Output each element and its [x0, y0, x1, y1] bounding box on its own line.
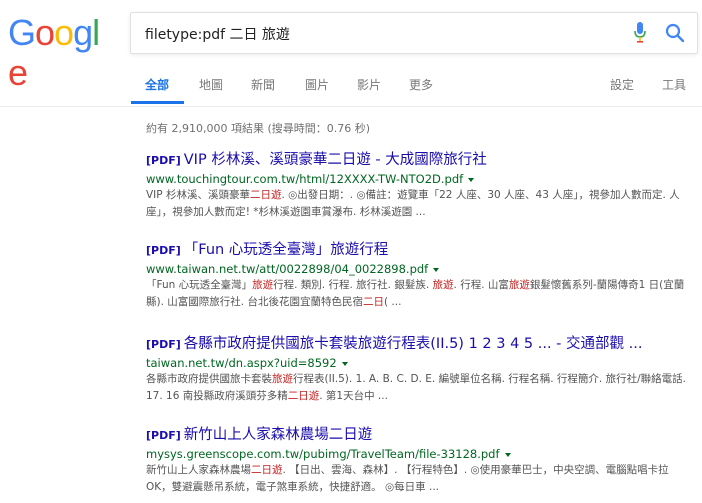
search-result: [PDF] 「Fun 心玩透全臺灣」旅遊行程 www.taiwan.net.tw/… [146, 240, 698, 311]
snippet-text: . 第1天台中 ... [319, 390, 388, 402]
snippet-text: 新竹山上人家森林農場 [146, 464, 251, 476]
logo-letter: o [35, 12, 55, 53]
result-url[interactable]: taiwan.net.tw/dn.aspx?uid=8592 [146, 355, 698, 371]
result-title: VIP 杉林溪、溪頭豪華二日遊 - 大成國際旅行社 [183, 152, 487, 168]
result-url[interactable]: www.touchingtour.com.tw/html/12XXXX-TW-N… [146, 171, 698, 187]
result-title: 「Fun 心玩透全臺灣」旅遊行程 [183, 242, 389, 258]
google-logo[interactable]: Google [8, 12, 116, 93]
result-title-link[interactable]: [PDF] 「Fun 心玩透全臺灣」旅遊行程 [146, 240, 698, 261]
snippet-highlight: 二日 [362, 296, 384, 308]
pdf-tag: [PDF] [146, 338, 181, 351]
snippet-highlight: 旅遊 [272, 373, 293, 385]
pdf-tag: [PDF] [146, 154, 181, 167]
search-result: [PDF] 各縣市政府提供國旅卡套裝旅遊行程表(II.5) 1 2 3 4 5 .… [146, 334, 698, 405]
snippet-highlight: 二日遊 [251, 464, 283, 476]
caret-down-icon[interactable] [468, 177, 475, 182]
result-snippet: 新竹山上人家森林農場二日遊. 【日出、雲海、森林】. 【行程特色】. ◎使用豪華… [146, 462, 691, 496]
logo-letter: g [73, 12, 93, 53]
result-url[interactable]: www.taiwan.net.tw/att/0022898/04_0022898… [146, 261, 698, 277]
search-result: [PDF] 新竹山上人家森林農場二日遊 mysys.greenscope.com.… [146, 425, 698, 496]
snippet-text: 各縣市政府提供國旅卡套裝 [146, 373, 272, 385]
result-url-text: www.taiwan.net.tw/att/0022898/04_0022898… [146, 262, 429, 276]
result-stats: 約有 2,910,000 項結果 (搜尋時間：0.76 秒) [146, 122, 371, 135]
tab-maps[interactable]: 地圖 [199, 76, 223, 104]
result-snippet: VIP 杉林溪、溪頭豪華二日遊. ◎出發日期：. ◎備註：遊覽車「22 人座、3… [146, 187, 691, 221]
search-result: [PDF] VIP 杉林溪、溪頭豪華二日遊 - 大成國際旅行社 www.touch… [146, 150, 698, 221]
result-title: 各縣市政府提供國旅卡套裝旅遊行程表(II.5) 1 2 3 4 5 ... - … [183, 336, 643, 352]
caret-down-icon[interactable] [504, 452, 511, 457]
tab-news[interactable]: 新聞 [251, 76, 275, 104]
header: Google 全部 地圖 新聞 圖片 影片 更多 設定 工具 [0, 0, 702, 107]
snippet-highlight: 旅遊 [432, 279, 454, 291]
logo-letter: l [92, 12, 100, 53]
snippet-highlight: 旅遊 [252, 279, 274, 291]
result-title: 新竹山上人家森林農場二日遊 [183, 427, 373, 443]
result-url-text: mysys.greenscope.com.tw/pubimg/TravelTea… [146, 447, 500, 461]
logo-letter: G [8, 12, 36, 53]
result-snippet: 「Fun 心玩透全臺灣」旅遊行程. 類別. 行程. 旅行社. 銀髮族. 旅遊. … [146, 277, 691, 311]
snippet-text: 「Fun 心玩透全臺灣」 [146, 279, 253, 291]
snippet-highlight: 二日遊 [249, 189, 282, 201]
caret-down-icon[interactable] [433, 267, 440, 272]
active-tab-indicator [131, 101, 184, 104]
snippet-text: 行程. 類別. 行程. 旅行社. 銀髮族. [273, 279, 433, 291]
tab-all[interactable]: 全部 [145, 76, 169, 104]
search-tabs: 全部 地圖 新聞 圖片 影片 更多 設定 工具 [0, 68, 702, 106]
magnifier-icon[interactable] [665, 23, 685, 43]
pdf-tag: [PDF] [146, 244, 181, 257]
tab-tools[interactable]: 工具 [662, 76, 686, 104]
search-input[interactable] [143, 23, 607, 45]
snippet-text: VIP 杉林溪、溪頭豪華 [146, 189, 250, 201]
search-box [130, 12, 698, 54]
snippet-text: . 行程. 山富 [453, 279, 509, 291]
microphone-icon[interactable] [633, 22, 647, 44]
tab-images[interactable]: 圖片 [305, 76, 329, 104]
caret-down-icon[interactable] [341, 361, 348, 366]
result-url-text: www.touchingtour.com.tw/html/12XXXX-TW-N… [146, 172, 464, 186]
result-title-link[interactable]: [PDF] 各縣市政府提供國旅卡套裝旅遊行程表(II.5) 1 2 3 4 5 .… [146, 334, 698, 355]
logo-letter: o [54, 12, 74, 53]
result-title-link[interactable]: [PDF] VIP 杉林溪、溪頭豪華二日遊 - 大成國際旅行社 [146, 150, 698, 171]
result-url-text: taiwan.net.tw/dn.aspx?uid=8592 [146, 356, 337, 370]
pdf-tag: [PDF] [146, 429, 181, 442]
snippet-highlight: 二日遊 [287, 390, 320, 402]
result-title-link[interactable]: [PDF] 新竹山上人家森林農場二日遊 [146, 425, 698, 446]
snippet-highlight: 旅遊 [508, 279, 530, 291]
tab-settings[interactable]: 設定 [610, 76, 634, 104]
snippet-text: ( ... [383, 296, 402, 308]
result-snippet: 各縣市政府提供國旅卡套裝旅遊行程表(II.5). 1. A. B. C. D. … [146, 371, 691, 405]
tab-more[interactable]: 更多 [409, 76, 433, 104]
result-url[interactable]: mysys.greenscope.com.tw/pubimg/TravelTea… [146, 446, 698, 462]
tab-videos[interactable]: 影片 [357, 76, 381, 104]
